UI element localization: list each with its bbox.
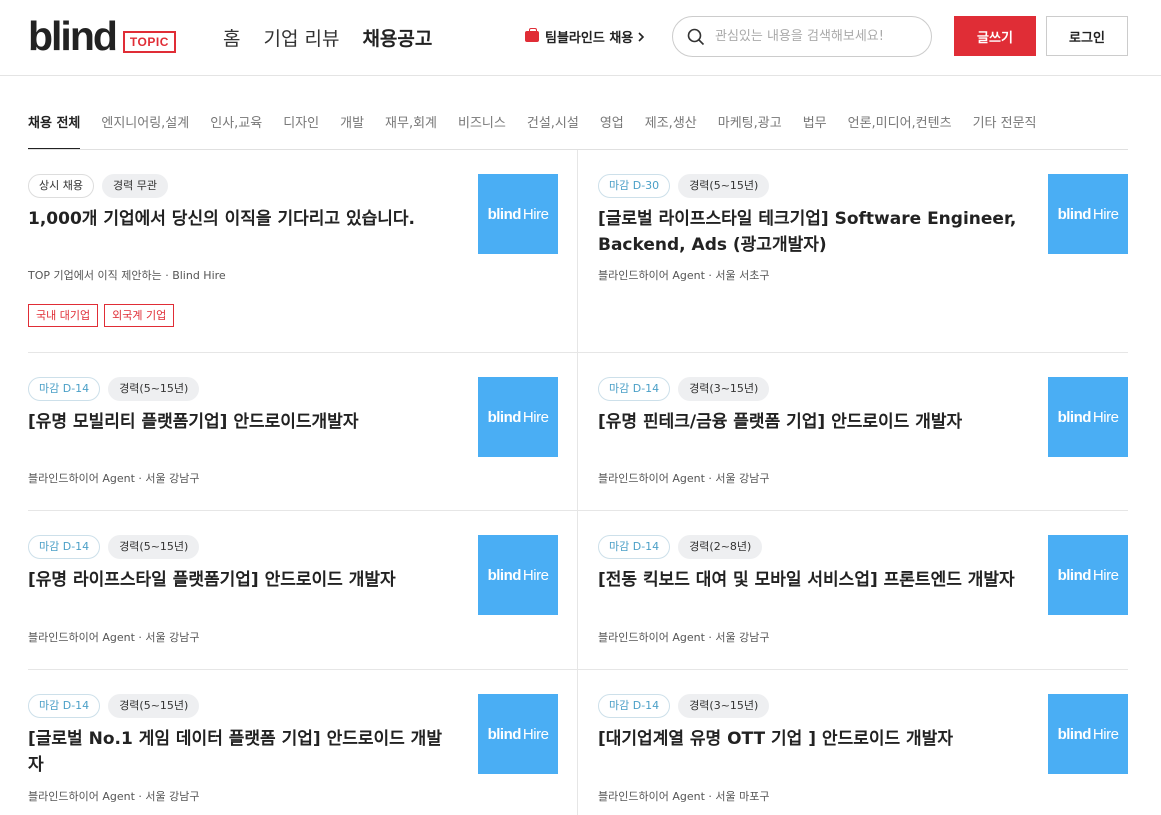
tab-design[interactable]: 디자인 [283, 104, 319, 149]
job-card[interactable]: 상시 채용 경력 무관 1,000개 기업에서 당신의 이직을 기다리고 있습니… [28, 174, 558, 354]
login-button[interactable]: 로그인 [1046, 16, 1128, 56]
blind-hire-logo: blind Hire [478, 694, 558, 774]
tab-finance[interactable]: 재무,회계 [385, 104, 437, 149]
experience-tag: 경력 무관 [101, 174, 168, 198]
job-meta: 블라인드하이어 Agent · 서울 강남구 [28, 790, 200, 803]
blind-hire-logo: blind Hire [478, 535, 558, 615]
blind-hire-logo: blind Hire [1048, 535, 1128, 615]
job-card[interactable]: 마감 D-30 경력(5~15년) [글로벌 라이프스타일 테크기업] Soft… [598, 174, 1128, 294]
deadline-tag: 마감 D-14 [28, 535, 101, 559]
deadline-tag: 마감 D-14 [28, 694, 101, 718]
header: blind TOPIC 홈 기업 리뷰 채용공고 팀블라인드 채용 글쓰기 로그… [0, 0, 1161, 76]
job-title[interactable]: [전동 킥보드 대여 및 모바일 서비스업] 프론트엔드 개발자 [598, 567, 1018, 593]
experience-tag: 경력(5~15년) [108, 694, 200, 718]
job-meta: 블라인드하이어 Agent · 서울 강남구 [28, 472, 200, 485]
nav-jobs[interactable]: 채용공고 [362, 27, 432, 51]
blind-hire-logo: blind Hire [1048, 174, 1128, 254]
job-title[interactable]: [유명 핀테크/금융 플랫폼 기업] 안드로이드 개발자 [598, 409, 1018, 435]
job-card[interactable]: 마감 D-14 경력(2~8년) [전동 킥보드 대여 및 모바일 서비스업] … [598, 535, 1128, 655]
blind-hire-logo: blind Hire [1048, 377, 1128, 457]
row-divider [28, 669, 1128, 670]
deadline-tag: 마감 D-14 [28, 377, 101, 401]
tab-manufacturing[interactable]: 제조,생산 [645, 104, 697, 149]
job-card[interactable]: 마감 D-14 경력(5~15년) [유명 라이프스타일 플랫폼기업] 안드로이… [28, 535, 558, 655]
experience-tag: 경력(2~8년) [678, 535, 763, 559]
column-divider [577, 150, 578, 815]
job-title[interactable]: [글로벌 라이프스타일 테크기업] Software Engineer, Bac… [598, 206, 1018, 258]
tabs-fade [1088, 104, 1128, 148]
job-title[interactable]: [유명 모빌리티 플랫폼기업] 안드로이드개발자 [28, 409, 448, 435]
logo-topic-badge[interactable]: TOPIC [122, 31, 176, 53]
search-box[interactable] [672, 16, 932, 57]
main-nav: 홈 기업 리뷰 채용공고 [223, 27, 455, 51]
job-title[interactable]: [대기업계열 유명 OTT 기업 ] 안드로이드 개발자 [598, 726, 1018, 752]
blind-hire-logo: blind Hire [478, 377, 558, 457]
nav-home[interactable]: 홈 [223, 27, 240, 51]
tab-marketing[interactable]: 마케팅,광고 [718, 104, 782, 149]
tab-other[interactable]: 기타 전문직 [973, 104, 1037, 149]
tab-hr[interactable]: 인사,교육 [210, 104, 262, 149]
job-meta: 블라인드하이어 Agent · 서울 강남구 [598, 631, 770, 644]
experience-tag: 경력(5~15년) [108, 377, 200, 401]
keyword-tags: 국내 대기업 외국계 기업 [28, 304, 175, 327]
team-blind-link[interactable]: 팀블라인드 채용 [525, 27, 646, 46]
tab-sales[interactable]: 영업 [600, 104, 624, 149]
team-link-label: 팀블라인드 채용 [545, 31, 634, 46]
chevron-right-icon [638, 31, 645, 42]
deadline-tag: 마감 D-14 [598, 377, 671, 401]
job-card[interactable]: 마감 D-14 경력(3~15년) [유명 핀테크/금융 플랫폼 기업] 안드로… [598, 377, 1128, 497]
briefcase-icon [525, 28, 539, 42]
job-title[interactable]: 1,000개 기업에서 당신의 이직을 기다리고 있습니다. [28, 206, 448, 232]
job-card[interactable]: 마감 D-14 경력(5~15년) [글로벌 No.1 게임 데이터 플랫폼 기… [28, 694, 558, 814]
job-card[interactable]: 마감 D-14 경력(5~15년) [유명 모빌리티 플랫폼기업] 안드로이드개… [28, 377, 558, 497]
row-divider [28, 510, 1128, 511]
deadline-tag: 마감 D-14 [598, 694, 671, 718]
category-tabs: 채용 전체 엔지니어링,설계 인사,교육 디자인 개발 재무,회계 비즈니스 건설,시설 영업 제… [28, 104, 1128, 150]
tab-business[interactable]: 비즈니스 [458, 104, 506, 149]
job-meta: 블라인드하이어 Agent · 서울 강남구 [28, 631, 200, 644]
tab-construction[interactable]: 건설,시설 [527, 104, 579, 149]
experience-tag: 경력(5~15년) [678, 174, 770, 198]
keyword-tag[interactable]: 외국계 기업 [104, 304, 175, 327]
tab-engineering[interactable]: 엔지니어링,설계 [101, 104, 189, 149]
tab-development[interactable]: 개발 [340, 104, 364, 149]
experience-tag: 경력(5~15년) [108, 535, 200, 559]
job-meta: 블라인드하이어 Agent · 서울 강남구 [598, 472, 770, 485]
keyword-tag[interactable]: 국내 대기업 [28, 304, 99, 327]
job-card[interactable]: 마감 D-14 경력(3~15년) [대기업계열 유명 OTT 기업 ] 안드로… [598, 694, 1128, 814]
blind-hire-logo: blind Hire [1048, 694, 1128, 774]
tab-media[interactable]: 언론,미디어,컨텐츠 [848, 104, 952, 149]
experience-tag: 경력(3~15년) [678, 377, 770, 401]
search-input[interactable] [715, 29, 905, 44]
deadline-tag: 마감 D-14 [598, 535, 671, 559]
job-meta: 블라인드하이어 Agent · 서울 마포구 [598, 790, 770, 803]
tab-legal[interactable]: 법무 [803, 104, 827, 149]
search-icon [687, 28, 705, 45]
write-button[interactable]: 글쓰기 [954, 16, 1036, 56]
experience-tag: 경력(3~15년) [678, 694, 770, 718]
job-meta: 블라인드하이어 Agent · 서울 서초구 [598, 269, 770, 282]
status-tag: 상시 채용 [28, 174, 94, 198]
tab-all-jobs[interactable]: 채용 전체 [28, 104, 81, 149]
logo-text[interactable]: blind [28, 16, 118, 57]
job-title[interactable]: [글로벌 No.1 게임 데이터 플랫폼 기업] 안드로이드 개발자 [28, 726, 448, 778]
job-meta: TOP 기업에서 이직 제안하는 · Blind Hire [28, 269, 226, 282]
logo[interactable]: blind TOPIC [28, 16, 176, 57]
blind-hire-logo: blind Hire [478, 174, 558, 254]
nav-company-review[interactable]: 기업 리뷰 [263, 27, 339, 51]
deadline-tag: 마감 D-30 [598, 174, 671, 198]
job-title[interactable]: [유명 라이프스타일 플랫폼기업] 안드로이드 개발자 [28, 567, 448, 593]
